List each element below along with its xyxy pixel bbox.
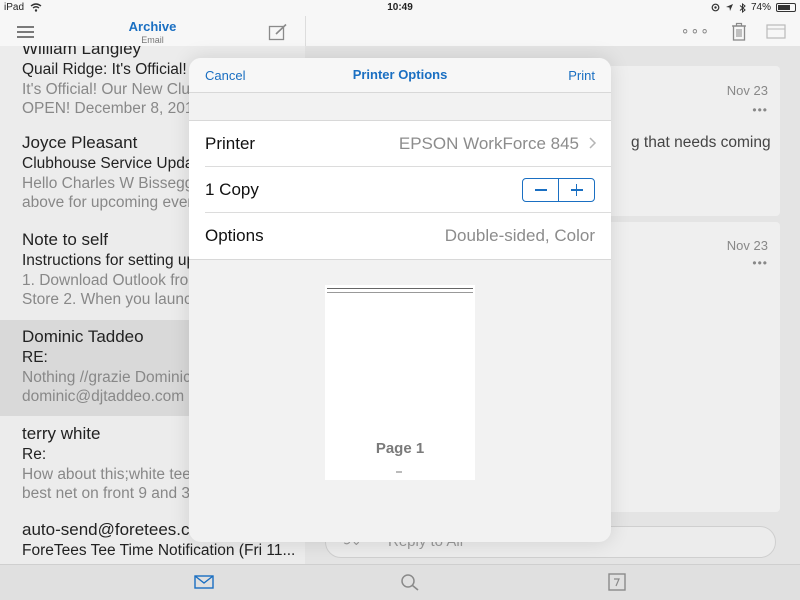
location-icon — [711, 3, 720, 12]
account-subtitle: Email — [141, 35, 164, 45]
printer-settings-list: Printer EPSON WorkForce 845 1 Copy Optio… — [189, 120, 611, 260]
status-right: 74% — [711, 2, 796, 13]
page-number-label: Page 1 — [375, 440, 425, 457]
printer-options-dialog: Cancel Printer Options Print Printer EPS… — [189, 58, 611, 542]
folder-title[interactable]: Archive — [0, 19, 305, 34]
dialog-header: Cancel Printer Options Print — [189, 58, 611, 93]
battery-icon — [776, 3, 796, 12]
copies-stepper[interactable] — [522, 178, 595, 202]
bluetooth-icon — [739, 2, 746, 13]
navigation-arrow-icon — [725, 4, 733, 11]
mail-list-header: Archive Email — [0, 16, 305, 46]
copies-row: 1 Copy — [205, 167, 611, 213]
print-button[interactable]: Print — [568, 68, 595, 83]
dialog-title: Printer Options — [352, 67, 448, 82]
compose-icon[interactable] — [268, 23, 288, 41]
battery-percent: 74% — [750, 2, 771, 13]
page-preview[interactable]: Page 1 — [325, 285, 475, 480]
options-label: Options — [205, 226, 264, 245]
printer-value: EPSON WorkForce 845 — [398, 134, 579, 153]
printer-row[interactable]: Printer EPSON WorkForce 845 — [205, 121, 611, 167]
message-date: Nov 23 — [726, 238, 768, 253]
calendar-icon[interactable] — [607, 573, 627, 591]
options-value: Double-sided, Color — [444, 226, 595, 245]
reading-toolbar: ∘∘∘ — [305, 16, 800, 46]
preview-rule — [327, 288, 473, 289]
options-row[interactable]: Options Double-sided, Color — [205, 213, 611, 259]
printer-label: Printer — [205, 134, 256, 153]
search-icon[interactable] — [400, 573, 420, 591]
tab-bar — [0, 564, 800, 600]
status-bar: iPad 10:49 74% — [0, 0, 800, 16]
clock: 10:49 — [387, 2, 413, 13]
increment-button[interactable] — [559, 179, 594, 201]
more-options-icon[interactable]: ••• — [752, 103, 768, 117]
decrement-button[interactable] — [523, 179, 559, 201]
move-folder-icon[interactable] — [766, 24, 786, 39]
more-options-icon[interactable]: ∘∘∘ — [681, 22, 710, 39]
copies-label: 1 Copy — [205, 180, 259, 199]
page-footer-mark — [396, 471, 402, 473]
chevron-right-icon — [589, 137, 597, 149]
trash-icon[interactable] — [731, 22, 747, 41]
preview-rule — [327, 292, 473, 293]
more-options-icon[interactable]: ••• — [752, 256, 768, 270]
minus-icon — [534, 189, 547, 191]
battery-fill — [778, 5, 790, 10]
message-subject: ForeTees Tee Time Notification (Fri 11..… — [22, 542, 296, 559]
mail-icon[interactable] — [194, 573, 214, 591]
message-body-text: g that needs coming — [631, 134, 771, 151]
message-date: Nov 23 — [726, 83, 768, 98]
